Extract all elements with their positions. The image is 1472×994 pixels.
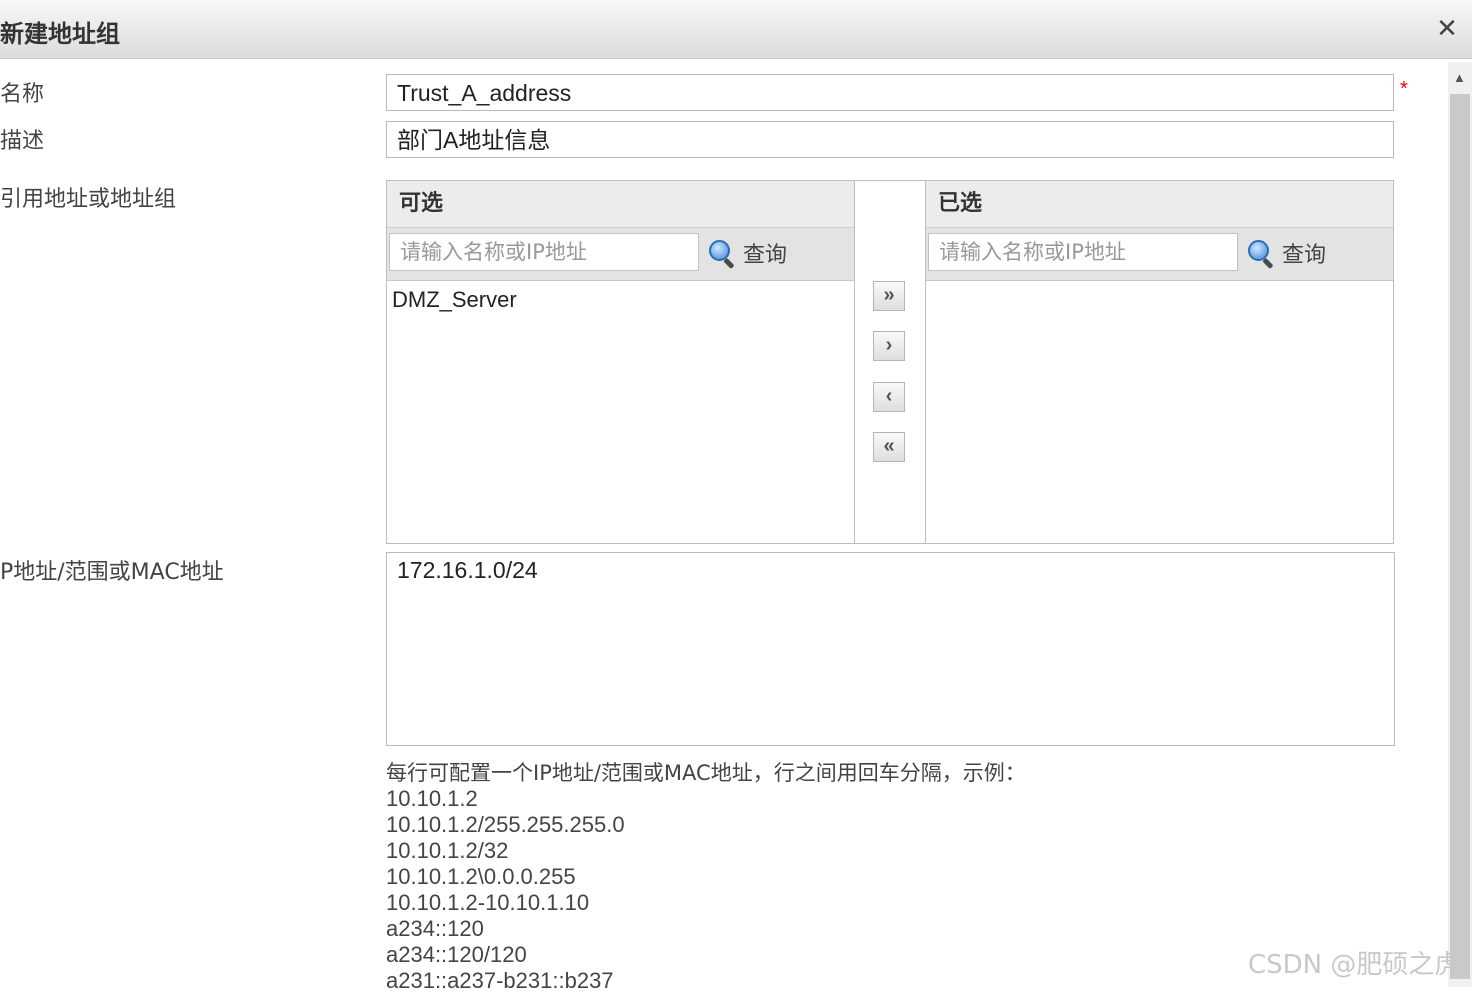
available-search-input[interactable]: 请输入名称或IP地址 <box>389 233 699 271</box>
selected-search-bar: 请输入名称或IP地址 查询 <box>926 228 1393 281</box>
close-icon[interactable]: ✕ <box>1432 10 1462 46</box>
hint-example: 10.10.1.2 <box>386 786 478 811</box>
add-all-button[interactable]: » <box>873 281 905 311</box>
description-label: 描述 <box>0 129 45 154</box>
available-search-button[interactable]: 查询 <box>707 236 787 270</box>
ip-range-label: P地址/范围或MAC地址 <box>0 560 224 585</box>
list-item[interactable]: DMZ_Server <box>387 281 854 313</box>
available-panel: 可选 请输入名称或IP地址 查询 DMZ_Server <box>386 180 855 544</box>
hint-example: a234::120 <box>386 916 484 941</box>
ip-address-textarea[interactable]: 172.16.1.0/24 <box>386 552 1395 746</box>
dialog-title: 新建地址组 <box>0 20 120 48</box>
dialog-titlebar: 新建地址组 ✕ <box>0 0 1472 59</box>
move-button-column <box>855 180 925 544</box>
hint-example: 10.10.1.2/255.255.255.0 <box>386 812 625 837</box>
search-button-label: 查询 <box>743 243 788 268</box>
name-label: 名称 <box>0 82 45 107</box>
selected-panel: 已选 请输入名称或IP地址 查询 <box>925 180 1394 544</box>
hint-example: a231::a237-b231::b237 <box>386 968 614 993</box>
name-input[interactable]: Trust_A_address <box>386 74 1394 111</box>
available-header: 可选 <box>387 181 854 228</box>
selected-header: 已选 <box>926 181 1393 228</box>
search-icon <box>707 238 737 270</box>
search-button-label: 查询 <box>1282 243 1327 268</box>
scroll-up-arrow-icon[interactable]: ▲ <box>1453 70 1466 85</box>
scrollbar-thumb[interactable] <box>1450 94 1470 979</box>
hint-example: 10.10.1.2\0.0.0.255 <box>386 864 576 889</box>
available-list: DMZ_Server <box>387 281 854 313</box>
available-search-bar: 请输入名称或IP地址 查询 <box>387 228 854 281</box>
remove-all-button[interactable]: « <box>873 432 905 462</box>
hint-example: 10.10.1.2/32 <box>386 838 509 863</box>
hint-text: 每行可配置一个IP地址/范围或MAC地址，行之间用回车分隔，示例： 10.10.… <box>386 760 1026 994</box>
required-mark: * <box>1400 78 1408 100</box>
remove-button[interactable]: ‹ <box>873 382 905 412</box>
selected-search-input[interactable]: 请输入名称或IP地址 <box>928 233 1238 271</box>
reference-label: 引用地址或地址组 <box>0 187 177 212</box>
selected-search-button[interactable]: 查询 <box>1246 236 1326 270</box>
description-input[interactable]: 部门A地址信息 <box>386 121 1394 158</box>
watermark: CSDN @肥硕之虎 <box>1248 950 1461 980</box>
hint-title: 每行可配置一个IP地址/范围或MAC地址，行之间用回车分隔，示例： <box>386 761 1026 785</box>
search-icon <box>1246 238 1276 270</box>
vertical-scrollbar[interactable]: ▲ <box>1448 62 1472 987</box>
hint-example: a234::120/120 <box>386 942 527 967</box>
hint-example: 10.10.1.2-10.10.1.10 <box>386 890 590 915</box>
add-button[interactable]: › <box>873 331 905 361</box>
